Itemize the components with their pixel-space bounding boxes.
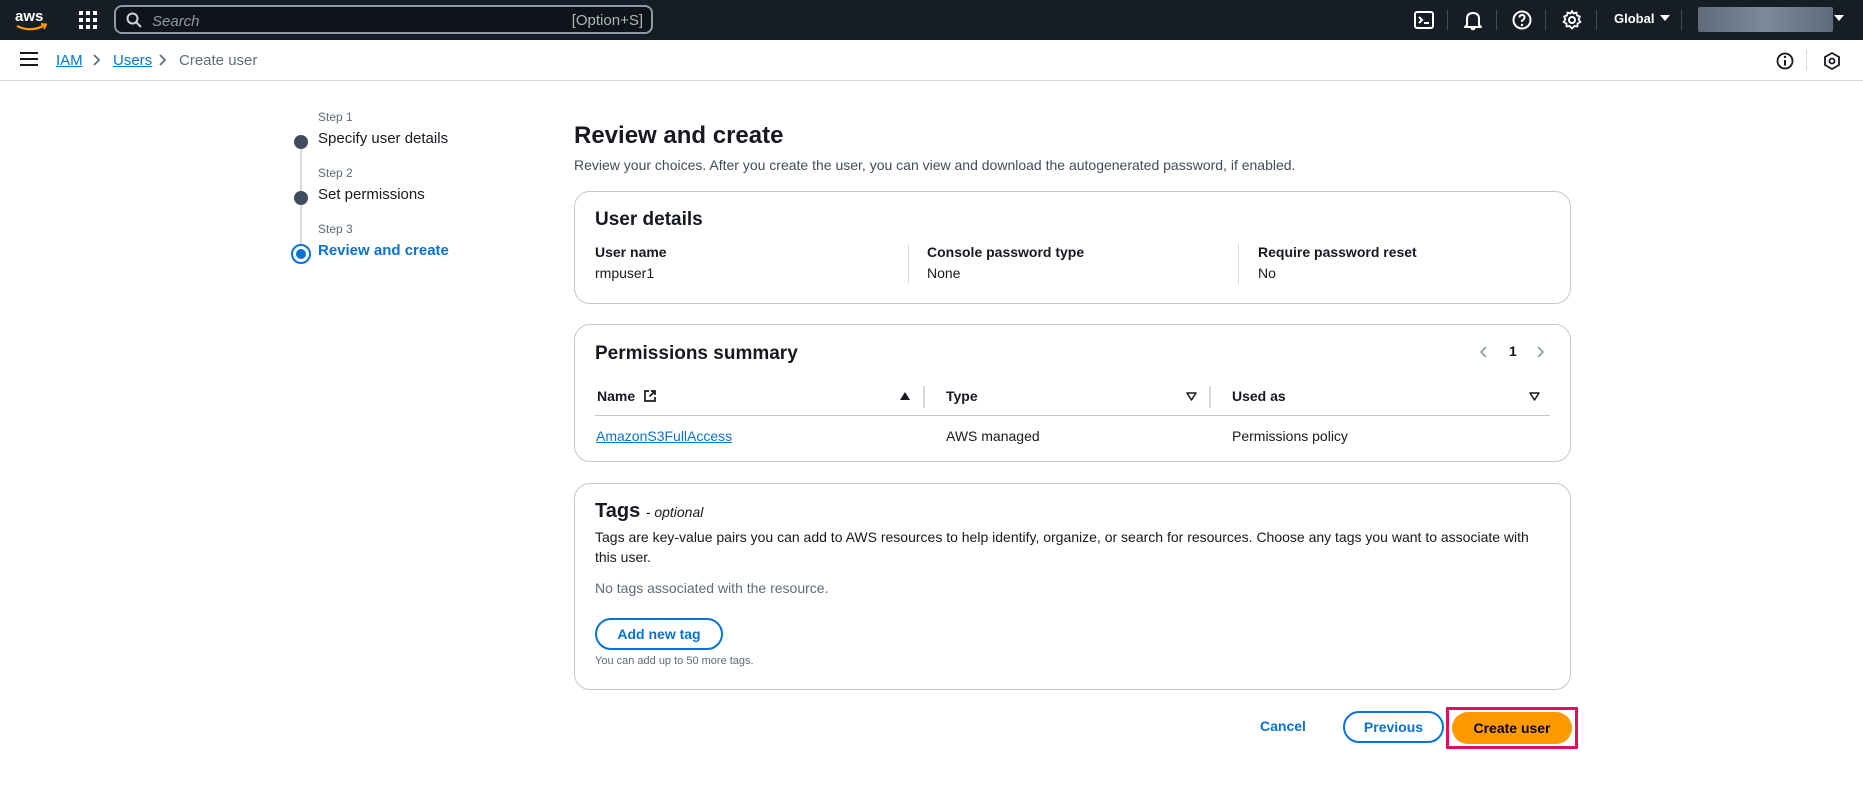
region-label: Global [1614, 11, 1655, 26]
caret-down-icon[interactable] [1834, 15, 1844, 21]
create-user-button[interactable]: Create user [1452, 712, 1572, 744]
search-shortcut: [Option+S] [571, 12, 643, 29]
breadcrumb-users[interactable]: Users [113, 52, 152, 69]
svg-text:aws: aws [15, 8, 43, 25]
chevron-right-icon[interactable] [1534, 345, 1546, 359]
field-label: User name [595, 244, 667, 260]
divider [908, 244, 909, 284]
optional-label: - optional [645, 504, 704, 520]
search-icon [126, 12, 142, 28]
policy-used-as: Permissions policy [1232, 428, 1348, 444]
step-number: Step 1 [318, 110, 353, 124]
header-divider [595, 415, 1550, 416]
breadcrumb-bar: IAM Users Create user [0, 40, 1863, 81]
tags-heading-label: Tags [595, 500, 641, 522]
apps-grid-icon[interactable] [76, 8, 100, 32]
step-active-dot [291, 244, 311, 264]
step-label: Review and create [318, 242, 449, 259]
divider [1447, 10, 1448, 30]
divider [1681, 10, 1682, 30]
tags-description: Tags are key-value pairs you can add to … [595, 529, 1529, 565]
previous-button[interactable]: Previous [1343, 711, 1444, 743]
aws-logo[interactable]: aws [14, 6, 48, 34]
sort-ascending-icon[interactable] [900, 392, 910, 400]
divider [1238, 244, 1239, 284]
sort-unsorted-icon[interactable] [1186, 392, 1197, 401]
policy-type: AWS managed [946, 428, 1040, 444]
top-navigation: aws Search [Option+S] Global [0, 0, 1863, 40]
add-new-tag-button[interactable]: Add new tag [595, 618, 723, 650]
divider [1545, 10, 1546, 30]
help-icon[interactable] [1511, 9, 1533, 31]
region-selector[interactable]: Global [1614, 11, 1671, 26]
step-complete-dot [294, 135, 308, 149]
field-value: No [1258, 265, 1276, 281]
page-title: Review and create [574, 122, 784, 149]
policy-name-link[interactable]: AmazonS3FullAccess [596, 428, 732, 444]
step-complete-dot [294, 191, 308, 205]
search-input[interactable]: Search [Option+S] [114, 5, 653, 34]
step-number: Step 3 [318, 222, 353, 236]
caret-down-icon [1660, 15, 1671, 21]
user-name-field: User name rmpuser1 [595, 244, 667, 281]
cloudshell-icon[interactable] [1413, 9, 1435, 31]
require-password-reset-field: Require password reset No [1258, 244, 1417, 281]
page-number[interactable]: 1 [1509, 343, 1517, 359]
field-label: Require password reset [1258, 244, 1417, 260]
step-label[interactable]: Specify user details [318, 130, 448, 147]
column-header-used-as[interactable]: Used as [1232, 388, 1286, 404]
breadcrumb-current: Create user [179, 52, 258, 69]
settings-icon[interactable] [1561, 9, 1583, 31]
chevron-right-icon [93, 54, 101, 66]
divider [1806, 50, 1807, 70]
field-value: rmpuser1 [595, 265, 655, 281]
tags-heading: Tags - optional [595, 500, 703, 523]
field-label: Console password type [927, 244, 1085, 260]
search-placeholder: Search [152, 13, 200, 30]
column-divider [1209, 386, 1211, 408]
console-password-type-field: Console password type None [927, 244, 1084, 281]
account-menu[interactable] [1698, 7, 1833, 32]
breadcrumb-iam[interactable]: IAM [56, 52, 83, 69]
column-header-label: Name [597, 388, 636, 404]
step-number: Step 2 [318, 166, 353, 180]
info-icon[interactable] [1775, 51, 1795, 71]
security-hexagon-icon[interactable] [1822, 51, 1842, 71]
sort-unsorted-icon[interactable] [1529, 392, 1540, 401]
divider [1496, 10, 1497, 30]
permissions-summary-heading: Permissions summary [595, 343, 798, 364]
column-header-type[interactable]: Type [946, 388, 978, 404]
wizard-steps: Step 1 Specify user details Step 2 Set p… [290, 110, 490, 270]
bell-icon[interactable] [1462, 9, 1484, 31]
column-divider [923, 386, 925, 408]
tags-limit-hint: You can add up to 50 more tags. [595, 655, 754, 667]
empty-tags-text: No tags associated with the resource. [595, 580, 829, 596]
menu-icon[interactable] [20, 52, 38, 68]
chevron-left-icon[interactable] [1478, 345, 1490, 359]
user-details-heading: User details [595, 209, 703, 230]
field-value: None [927, 265, 961, 281]
column-header-name[interactable]: Name [597, 388, 657, 404]
cancel-button[interactable]: Cancel [1260, 718, 1306, 734]
divider [1596, 10, 1597, 30]
page-description: Review your choices. After you create th… [574, 157, 1296, 173]
external-link-icon [644, 390, 656, 402]
step-label[interactable]: Set permissions [318, 186, 425, 203]
chevron-right-icon [159, 54, 167, 66]
